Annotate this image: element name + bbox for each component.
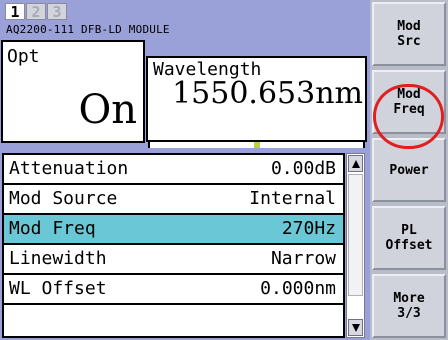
param-row-wl-offset[interactable]: WL Offset 0.000nm: [4, 275, 343, 305]
param-label: WL Offset: [9, 278, 107, 299]
param-value: Internal: [249, 188, 336, 209]
param-label: Mod Source: [9, 188, 118, 209]
param-value: 270Hz: [281, 218, 336, 239]
param-value: 0.000nm: [260, 278, 336, 299]
param-value: Narrow: [270, 248, 336, 269]
softkey-column: Mod Src Mod Freq Power PL Offset More 3/…: [370, 0, 448, 340]
level-indicator-mark: [254, 142, 260, 148]
param-scrollbar[interactable]: [346, 153, 365, 338]
param-label: Linewidth: [9, 248, 107, 269]
scroll-thumb[interactable]: [348, 174, 363, 296]
param-row-mod-freq[interactable]: Mod Freq 270Hz: [4, 215, 343, 245]
triangle-down-icon: [352, 324, 360, 332]
softkey-mod-src[interactable]: Mod Src: [372, 2, 446, 66]
tab-1[interactable]: 1: [5, 3, 25, 21]
opt-display: Opt On: [1, 40, 145, 143]
tab-2[interactable]: 2: [26, 3, 46, 21]
main-panel: 1 2 3 AQ2200-111 DFB-LD MODULE Opt On Wa…: [0, 0, 370, 340]
param-row-linewidth[interactable]: Linewidth Narrow: [4, 245, 343, 275]
param-row-attenuation[interactable]: Attenuation 0.00dB: [4, 155, 343, 185]
softkey-mod-freq[interactable]: Mod Freq: [372, 70, 446, 134]
wavelength-value: 1550.653nm: [172, 76, 363, 111]
opt-label: Opt: [7, 46, 40, 67]
tab-3[interactable]: 3: [47, 3, 67, 21]
opt-value: On: [78, 87, 137, 133]
level-indicator: [148, 142, 365, 148]
softkey-power[interactable]: Power: [372, 138, 446, 202]
param-value: 0.00dB: [270, 158, 336, 179]
softkey-pl-offset[interactable]: PL Offset: [372, 206, 446, 270]
softkey-more[interactable]: More 3/3: [372, 274, 446, 338]
param-label: Mod Freq: [9, 218, 96, 239]
triangle-up-icon: [352, 160, 360, 168]
scroll-up-button[interactable]: [348, 155, 363, 172]
param-label: Attenuation: [9, 158, 129, 179]
parameter-list: Attenuation 0.00dB Mod Source Internal M…: [2, 153, 345, 338]
wavelength-display: Wavelength 1550.653nm: [146, 56, 367, 142]
module-title: AQ2200-111 DFB-LD MODULE: [6, 23, 170, 36]
instrument-screen: 1 2 3 AQ2200-111 DFB-LD MODULE Opt On Wa…: [0, 0, 448, 340]
scroll-down-button[interactable]: [348, 319, 363, 336]
param-row-mod-source[interactable]: Mod Source Internal: [4, 185, 343, 215]
